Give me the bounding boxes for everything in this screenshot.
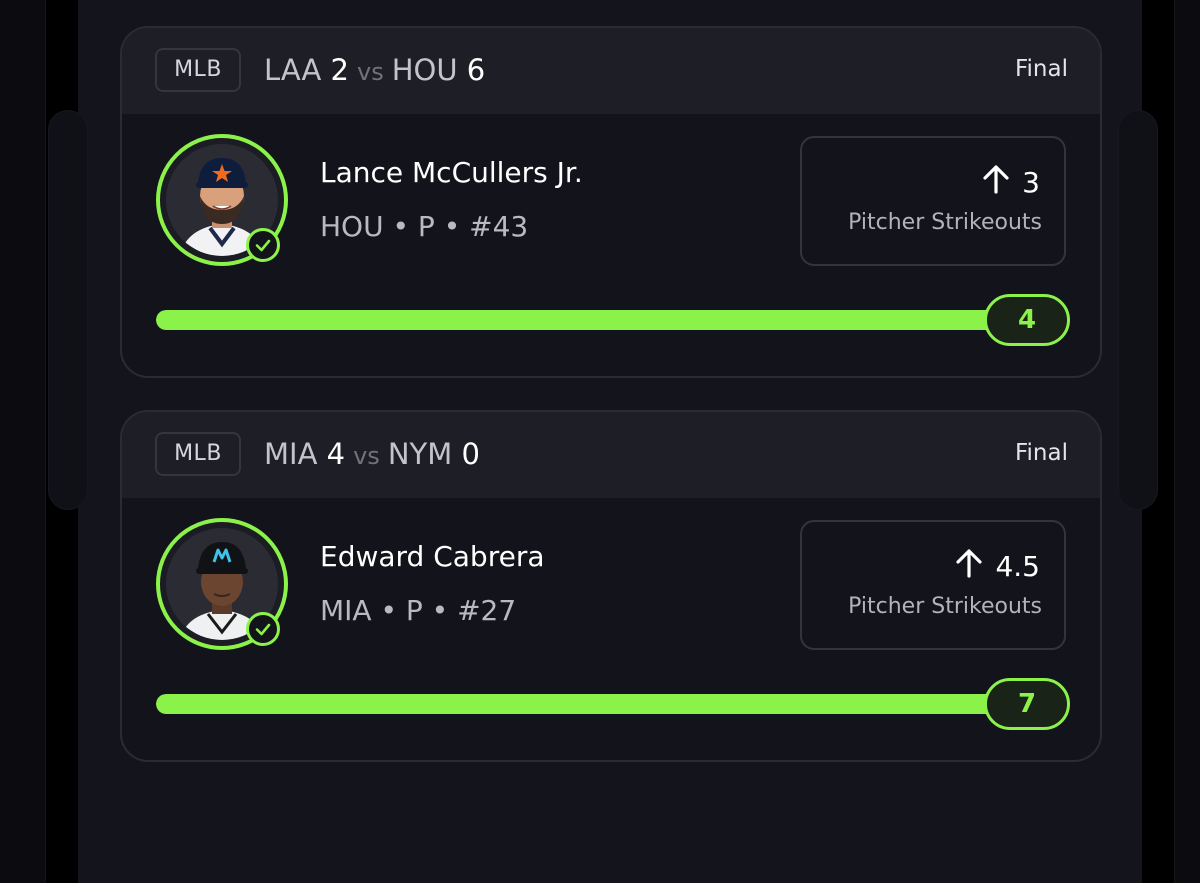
league-badge: MLB <box>155 48 241 92</box>
away-score: 4 <box>326 437 346 471</box>
prop-line-value: 4.5 <box>995 550 1040 583</box>
arrow-up-icon <box>955 548 983 585</box>
arrow-up-icon <box>982 164 1010 201</box>
away-team: MIA <box>264 437 318 471</box>
game-header: MLB MIA 4 vs NYM 0 Final <box>122 412 1100 498</box>
home-team: NYM <box>387 437 453 471</box>
player-meta: HOU • P • #43 <box>320 210 529 243</box>
background-card-edge <box>1118 110 1158 510</box>
result-value: 4 <box>984 294 1070 346</box>
progress-track <box>156 310 1026 330</box>
prop-type: Pitcher Strikeouts <box>848 594 1042 619</box>
progress-fill <box>156 694 1026 714</box>
pick-card[interactable]: MLB LAA 2 vs HOU 6 Final Lance McCullers… <box>120 26 1102 378</box>
progress-track <box>156 694 1026 714</box>
pick-card[interactable]: MLB MIA 4 vs NYM 0 Final Edward Cabrera … <box>120 410 1102 762</box>
vs-label: vs <box>353 442 380 470</box>
matchup-score: MIA 4 vs NYM 0 <box>264 434 480 474</box>
background-card-edge <box>48 110 88 510</box>
prop-line: 3 <box>982 164 1040 201</box>
prop-line-value: 3 <box>1022 166 1040 199</box>
player-name[interactable]: Lance McCullers Jr. <box>320 156 583 189</box>
player-meta: MIA • P • #27 <box>320 594 517 627</box>
away-score: 2 <box>330 53 349 87</box>
prop-line-box[interactable]: 3 Pitcher Strikeouts <box>800 136 1066 266</box>
player-name[interactable]: Edward Cabrera <box>320 540 545 573</box>
prop-line: 4.5 <box>955 548 1040 585</box>
verified-check-icon <box>246 228 280 262</box>
home-team: HOU <box>391 53 458 87</box>
home-score: 6 <box>466 53 486 87</box>
vs-label: vs <box>356 58 384 86</box>
right-edge-panel <box>1174 0 1200 883</box>
result-value: 7 <box>984 678 1070 730</box>
league-badge: MLB <box>155 432 241 476</box>
game-status: Final <box>1014 56 1068 82</box>
matchup-score: LAA 2 vs HOU 6 <box>264 50 485 90</box>
away-team: LAA <box>264 53 322 87</box>
game-header: MLB LAA 2 vs HOU 6 Final <box>122 28 1100 114</box>
progress-fill <box>156 310 1026 330</box>
prop-type: Pitcher Strikeouts <box>848 210 1042 235</box>
verified-check-icon <box>246 612 280 646</box>
game-status: Final <box>1014 440 1068 466</box>
left-edge-panel <box>0 0 46 883</box>
home-score: 0 <box>461 437 480 471</box>
prop-line-box[interactable]: 4.5 Pitcher Strikeouts <box>800 520 1066 650</box>
